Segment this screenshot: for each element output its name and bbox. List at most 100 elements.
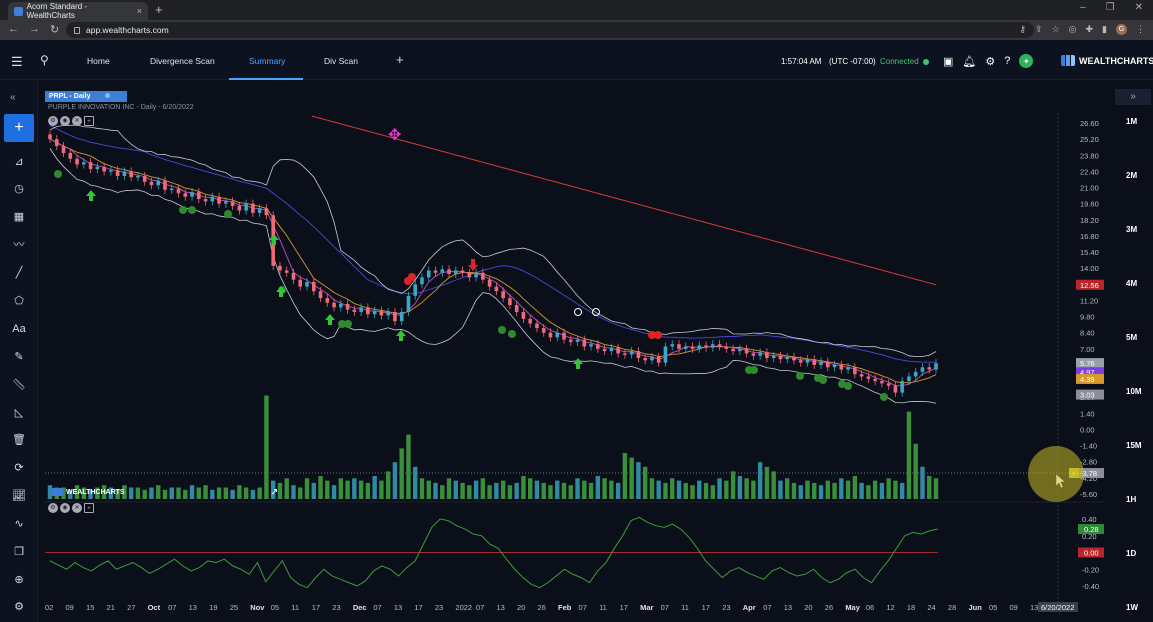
candle-body: [636, 351, 641, 359]
x-tick-label: 13: [189, 603, 197, 612]
volume-bar: [291, 485, 296, 499]
candle-body: [582, 339, 587, 347]
candle-body: [481, 272, 485, 280]
symbol-status-dot-icon: [104, 93, 110, 98]
candle-body: [393, 311, 397, 322]
x-tick-label: 13: [496, 603, 504, 612]
volume-bar: [588, 482, 594, 499]
candle-body: [562, 332, 566, 340]
candle-body: [934, 363, 938, 370]
candle-body: [149, 181, 154, 186]
volume-bar: [602, 478, 607, 499]
add-icon[interactable]: +: [84, 503, 94, 513]
volume-bar: [500, 480, 506, 499]
volume-bar: [210, 489, 215, 499]
volume-bar: [460, 482, 465, 499]
candle-body: [893, 385, 898, 393]
volume-bar: [534, 480, 540, 499]
volume-bar: [785, 478, 790, 499]
x-tick-label: 09: [1009, 603, 1017, 612]
candle-body: [798, 360, 803, 363]
candle-body: [920, 367, 925, 372]
candle-body: [805, 359, 810, 363]
candle-body: [792, 356, 796, 361]
volume-bar: [730, 471, 736, 499]
volume-bar: [710, 485, 716, 499]
candle-body: [352, 309, 357, 312]
volume-brand-text: WEALTHCHARTS: [66, 488, 125, 496]
x-tick-label: 06: [866, 603, 874, 612]
candle-body: [210, 196, 215, 202]
candle-body: [771, 355, 776, 359]
volume-bar: [385, 471, 391, 499]
eye-icon[interactable]: ◉: [60, 116, 70, 126]
x-tick-label: 20: [804, 603, 812, 612]
buy-signal-dot: [819, 376, 827, 384]
volume-bar: [906, 411, 912, 499]
volume-bar: [446, 478, 452, 499]
candle-body: [514, 305, 519, 312]
y-tick-label: 18.20: [1080, 216, 1099, 225]
price-label: 5.76: [1080, 359, 1095, 368]
volume-bar: [866, 485, 871, 499]
volume-bar: [507, 485, 513, 499]
volume-bar: [676, 480, 682, 499]
volume-bar: [757, 462, 763, 499]
candle-body: [501, 291, 505, 299]
volume-bar: [737, 476, 743, 499]
y-tick-label: 23.80: [1080, 151, 1099, 160]
candle-body: [731, 348, 735, 352]
add-icon[interactable]: +: [84, 116, 94, 126]
buy-signal-dot: [750, 366, 758, 374]
volume-bar: [629, 457, 634, 499]
volume-bar: [223, 487, 229, 499]
volume-bar: [703, 482, 709, 499]
buy-signal-dot: [54, 170, 62, 178]
x-tick-label: Apr: [743, 603, 756, 612]
price-chart[interactable]: 26.60 25.20 23.80 22.40 21.00 19.60 18.20 16.80…: [0, 0, 1153, 622]
osc-tick-label: -0.20: [1082, 565, 1099, 574]
volume-bar: [717, 478, 722, 499]
osc-value-label: 0.28: [1084, 525, 1099, 534]
settings-icon[interactable]: ⚙: [48, 503, 58, 513]
candle-body: [318, 291, 323, 299]
candle-body: [386, 311, 390, 316]
volume-bar: [670, 478, 675, 499]
candle-body: [677, 344, 681, 349]
candle-body: [298, 279, 303, 287]
volume-bar: [615, 482, 621, 499]
candle-body: [548, 332, 553, 338]
volume-bar: [156, 485, 161, 499]
x-tick-label: Jun: [968, 603, 982, 612]
oscillator-pane-controls: ⚙ ◉ ✕ +: [48, 503, 94, 513]
y-tick-label: 7.00: [1080, 345, 1095, 354]
candle-body: [609, 347, 614, 352]
x-tick-label: 07: [579, 603, 587, 612]
close-icon[interactable]: ✕: [72, 503, 82, 513]
x-tick-label: 02: [45, 603, 53, 612]
close-icon[interactable]: ✕: [72, 116, 82, 126]
volume-bar: [859, 482, 864, 499]
y-tick-label: 21.00: [1080, 184, 1099, 193]
candle-body: [623, 353, 627, 355]
volume-bar: [872, 480, 878, 499]
candle-body: [535, 323, 539, 329]
volume-bar: [135, 487, 141, 499]
settings-icon[interactable]: ⚙: [48, 116, 58, 126]
buy-signal-dot: [498, 326, 506, 334]
candle-body: [744, 348, 749, 354]
volume-bar: [216, 487, 222, 499]
eye-icon[interactable]: ◉: [60, 503, 70, 513]
x-tick-label: 07: [373, 603, 381, 612]
candle-body: [650, 356, 654, 361]
candle-body: [224, 201, 228, 204]
volume-bar: [548, 485, 553, 499]
symbol-tag[interactable]: PRPL - Daily: [45, 91, 127, 102]
volume-bar: [162, 489, 168, 499]
candle-body: [596, 344, 600, 349]
volume-bar: [426, 480, 431, 499]
x-tick-label: Nov: [250, 603, 265, 612]
symbol-label: PRPL - Daily: [49, 93, 91, 100]
wealthcharts-mark-icon: [52, 488, 63, 496]
volume-bar: [893, 480, 898, 499]
